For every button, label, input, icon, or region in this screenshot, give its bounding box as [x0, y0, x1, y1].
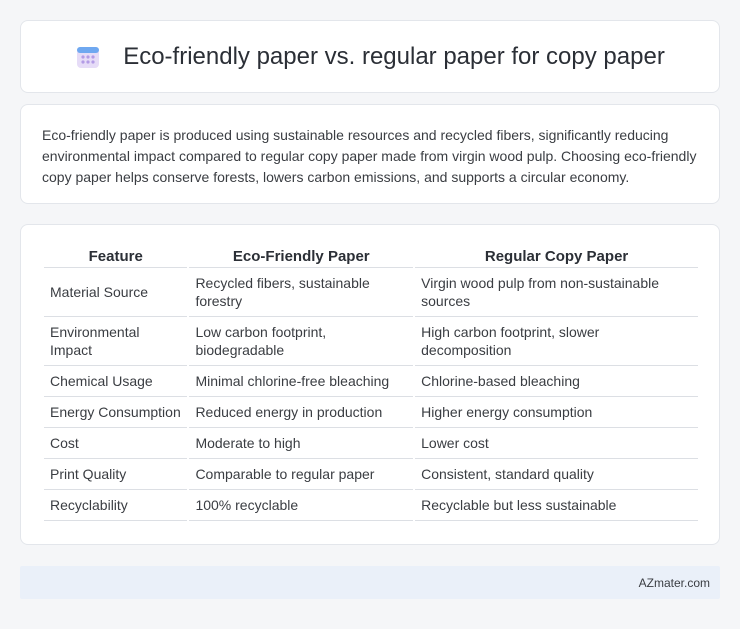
intro-card: Eco-friendly paper is produced using sus…: [20, 104, 720, 204]
table-cell: Print Quality: [44, 459, 188, 490]
table-cell: Virgin wood pulp from non-sustainable so…: [415, 268, 698, 317]
table-cell: Minimal chlorine-free bleaching: [189, 366, 414, 397]
table-row: Environmental Impact Low carbon footprin…: [44, 317, 698, 366]
table-cell: Recyclability: [44, 490, 188, 521]
footer-brand: AZmater.com: [638, 575, 710, 590]
comparison-table-card: Feature Eco-Friendly Paper Regular Copy …: [20, 224, 720, 545]
table-row: Cost Moderate to high Lower cost: [44, 428, 698, 459]
table-cell: High carbon footprint, slower decomposit…: [415, 317, 698, 366]
table-cell: Environmental Impact: [44, 317, 188, 366]
table-cell: Chlorine-based bleaching: [415, 366, 698, 397]
table-cell: Lower cost: [415, 428, 698, 459]
table-row: Energy Consumption Reduced energy in pro…: [44, 397, 698, 428]
table-cell: Chemical Usage: [44, 366, 188, 397]
table-cell: Material Source: [44, 268, 188, 317]
title-card: Eco-friendly paper vs. regular paper for…: [20, 20, 720, 93]
column-header: Feature: [44, 243, 188, 268]
footer: AZmater.com: [20, 566, 720, 599]
table-row: Chemical Usage Minimal chlorine-free ble…: [44, 366, 698, 397]
table-header-row: Feature Eco-Friendly Paper Regular Copy …: [44, 243, 698, 268]
table-cell: Recycled fibers, sustainable forestry: [189, 268, 414, 317]
table-cell: Comparable to regular paper: [189, 459, 414, 490]
table-row: Recyclability 100% recyclable Recyclable…: [44, 490, 698, 521]
table-cell: Low carbon footprint, biodegradable: [189, 317, 414, 366]
column-header: Regular Copy Paper: [415, 243, 698, 268]
table-row: Print Quality Comparable to regular pape…: [44, 459, 698, 490]
table-row: Material Source Recycled fibers, sustain…: [44, 268, 698, 317]
table-cell: Recyclable but less sustainable: [415, 490, 698, 521]
table-cell: Consistent, standard quality: [415, 459, 698, 490]
comparison-table: Feature Eco-Friendly Paper Regular Copy …: [42, 243, 700, 521]
table-cell: Moderate to high: [189, 428, 414, 459]
table-cell: Reduced energy in production: [189, 397, 414, 428]
intro-text: Eco-friendly paper is produced using sus…: [42, 127, 697, 185]
table-cell: 100% recyclable: [189, 490, 414, 521]
calendar-icon: [77, 46, 100, 68]
table-cell: Energy Consumption: [44, 397, 188, 428]
column-header: Eco-Friendly Paper: [189, 243, 414, 268]
table-cell: Higher energy consumption: [415, 397, 698, 428]
page-title: Eco-friendly paper vs. regular paper for…: [123, 42, 665, 70]
table-cell: Cost: [44, 428, 188, 459]
